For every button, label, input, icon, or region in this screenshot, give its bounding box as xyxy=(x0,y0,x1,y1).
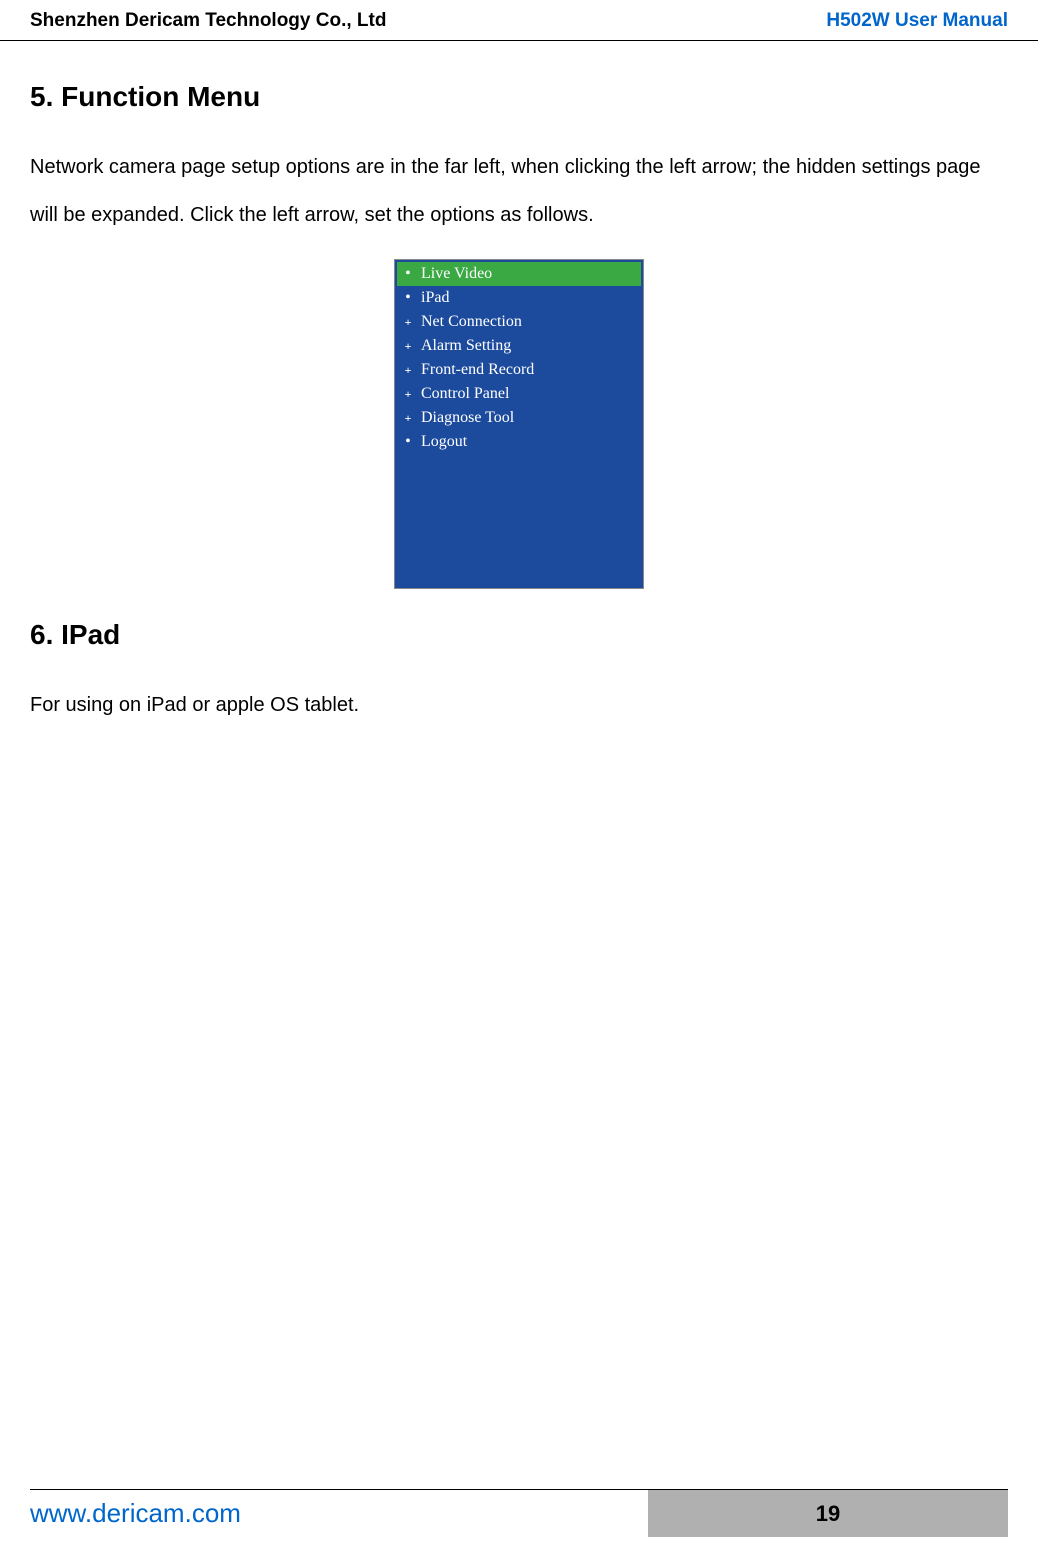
menu-item-label: Control Panel xyxy=(421,385,509,403)
plus-icon xyxy=(403,365,413,375)
plus-icon xyxy=(403,317,413,327)
dot-icon xyxy=(403,437,413,447)
section-6-paragraph: For using on iPad or apple OS tablet. xyxy=(30,681,1008,729)
section-5-paragraph: Network camera page setup options are in… xyxy=(30,143,1008,239)
dot-icon xyxy=(403,269,413,279)
menu-item-label: iPad xyxy=(421,289,449,307)
plus-icon xyxy=(403,389,413,399)
section-6-heading: 6. IPad xyxy=(30,619,1008,651)
page-footer: www.dericam.com 19 xyxy=(30,1489,1008,1537)
footer-row: www.dericam.com 19 xyxy=(30,1490,1008,1537)
page-content: 5. Function Menu Network camera page set… xyxy=(0,41,1038,729)
menu-item-front-end-record[interactable]: Front-end Record xyxy=(397,358,641,382)
menu-item-diagnose-tool[interactable]: Diagnose Tool xyxy=(397,406,641,430)
menu-item-live-video[interactable]: Live Video xyxy=(397,262,641,286)
menu-item-ipad[interactable]: iPad xyxy=(397,286,641,310)
menu-item-label: Alarm Setting xyxy=(421,337,511,355)
dot-icon xyxy=(403,293,413,303)
function-menu-screenshot: Live Video iPad Net Connection Alarm Set… xyxy=(394,259,644,589)
plus-icon xyxy=(403,413,413,423)
menu-item-label: Logout xyxy=(421,433,467,451)
page-header: Shenzhen Dericam Technology Co., Ltd H50… xyxy=(0,0,1038,41)
manual-title: H502W User Manual xyxy=(826,10,1008,32)
company-name: Shenzhen Dericam Technology Co., Ltd xyxy=(30,10,386,32)
menu-item-alarm-setting[interactable]: Alarm Setting xyxy=(397,334,641,358)
menu-item-logout[interactable]: Logout xyxy=(397,430,641,454)
section-5-heading: 5. Function Menu xyxy=(30,81,1008,113)
menu-item-label: Front-end Record xyxy=(421,361,534,379)
menu-item-net-connection[interactable]: Net Connection xyxy=(397,310,641,334)
menu-item-control-panel[interactable]: Control Panel xyxy=(397,382,641,406)
footer-website: www.dericam.com xyxy=(30,1490,648,1537)
menu-item-label: Live Video xyxy=(421,265,492,283)
menu-item-label: Net Connection xyxy=(421,313,522,331)
menu-item-label: Diagnose Tool xyxy=(421,409,514,427)
plus-icon xyxy=(403,341,413,351)
page-number: 19 xyxy=(648,1490,1008,1537)
